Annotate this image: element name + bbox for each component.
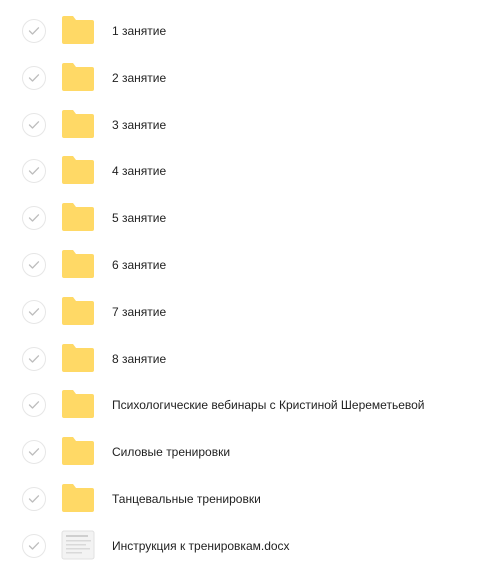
- folder-icon: [61, 62, 95, 92]
- checkmark-icon: [28, 121, 40, 129]
- select-checkbox[interactable]: [22, 159, 46, 183]
- folder-row[interactable]: 7 занятие: [0, 292, 485, 338]
- folder-row[interactable]: 1 занятие: [0, 11, 485, 57]
- folder-row[interactable]: Психологические вебинары с Кристиной Шер…: [0, 385, 485, 431]
- file-name[interactable]: 7 занятие: [112, 304, 166, 320]
- select-checkbox[interactable]: [22, 253, 46, 277]
- file-name[interactable]: 1 занятие: [112, 23, 166, 39]
- checkmark-icon: [28, 448, 40, 456]
- checkmark-icon: [28, 355, 40, 363]
- checkmark-icon: [28, 308, 40, 316]
- folder-row[interactable]: 6 занятие: [0, 245, 485, 291]
- folder-row[interactable]: 2 занятие: [0, 58, 485, 104]
- file-name[interactable]: 3 занятие: [112, 117, 166, 133]
- checkmark-icon: [28, 27, 40, 35]
- folder-row[interactable]: 5 занятие: [0, 198, 485, 244]
- file-name[interactable]: Инструкция к тренировкам.docx: [112, 538, 290, 554]
- folder-icon: [61, 483, 95, 513]
- file-name[interactable]: Танцевальные тренировки: [112, 491, 261, 507]
- checkmark-icon: [28, 74, 40, 82]
- file-row[interactable]: Инструкция к тренировкам.docx: [0, 526, 485, 572]
- checkmark-icon: [28, 214, 40, 222]
- folder-row[interactable]: 8 занятие: [0, 339, 485, 385]
- checkmark-icon: [28, 167, 40, 175]
- folder-icon: [61, 389, 95, 419]
- select-checkbox[interactable]: [22, 534, 46, 558]
- file-name[interactable]: Силовые тренировки: [112, 444, 230, 460]
- file-list: 1 занятие 2 занятие 3 занятие 4 занятие 5 за…: [0, 0, 485, 584]
- file-name[interactable]: 5 занятие: [112, 210, 166, 226]
- file-name[interactable]: 4 занятие: [112, 163, 166, 179]
- select-checkbox[interactable]: [22, 66, 46, 90]
- folder-icon: [61, 109, 95, 139]
- folder-icon: [61, 343, 95, 373]
- checkmark-icon: [28, 542, 40, 550]
- folder-icon: [61, 202, 95, 232]
- folder-icon: [61, 15, 95, 45]
- select-checkbox[interactable]: [22, 487, 46, 511]
- file-name[interactable]: 8 занятие: [112, 351, 166, 367]
- folder-icon: [61, 436, 95, 466]
- folder-icon: [61, 249, 95, 279]
- checkmark-icon: [28, 495, 40, 503]
- document-icon: [61, 530, 95, 560]
- select-checkbox[interactable]: [22, 19, 46, 43]
- folder-icon: [61, 296, 95, 326]
- checkmark-icon: [28, 261, 40, 269]
- file-name[interactable]: Психологические вебинары с Кристиной Шер…: [112, 397, 425, 413]
- select-checkbox[interactable]: [22, 300, 46, 324]
- file-name[interactable]: 6 занятие: [112, 257, 166, 273]
- folder-row[interactable]: 4 занятие: [0, 151, 485, 197]
- select-checkbox[interactable]: [22, 393, 46, 417]
- folder-icon: [61, 155, 95, 185]
- select-checkbox[interactable]: [22, 206, 46, 230]
- file-name[interactable]: 2 занятие: [112, 70, 166, 86]
- folder-row[interactable]: Танцевальные тренировки: [0, 479, 485, 525]
- folder-row[interactable]: Силовые тренировки: [0, 432, 485, 478]
- folder-row[interactable]: 3 занятие: [0, 105, 485, 151]
- select-checkbox[interactable]: [22, 347, 46, 371]
- select-checkbox[interactable]: [22, 440, 46, 464]
- select-checkbox[interactable]: [22, 113, 46, 137]
- checkmark-icon: [28, 401, 40, 409]
